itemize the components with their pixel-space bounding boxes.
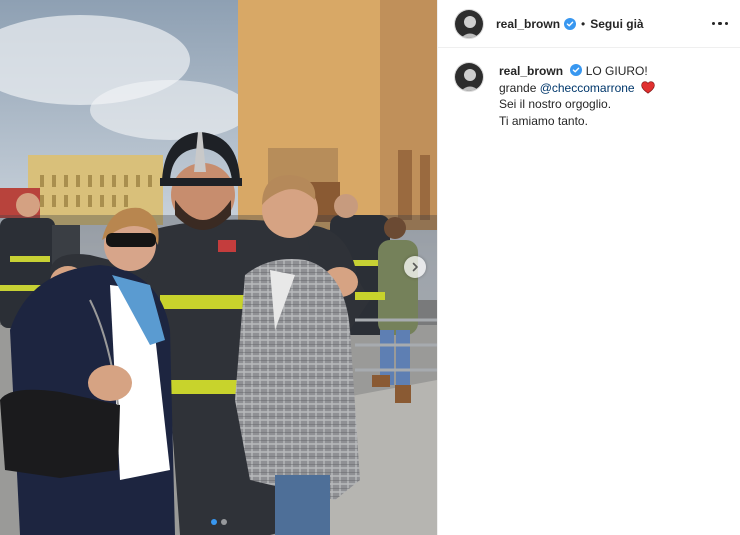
post-photo [0, 0, 437, 535]
post-header: real_brown • Segui già [438, 0, 740, 48]
caption-line-4: Ti amiamo tanto. [499, 113, 588, 128]
heart-icon [641, 80, 655, 94]
caption-line-2-prefix: grande [499, 80, 540, 95]
caption-text: real_brown LO GIURO! grande @checcomarro… [499, 62, 655, 129]
author-avatar[interactable] [454, 8, 484, 39]
carousel-dot-active [210, 519, 217, 525]
header-separator: • [581, 16, 586, 31]
caption-line-3: Sei il nostro orgoglio. [499, 97, 612, 111]
following-button[interactable]: Segui già [590, 17, 643, 31]
three-dots-icon[interactable] [711, 16, 728, 32]
carousel-indicator [0, 519, 437, 525]
post-media[interactable] [0, 0, 437, 535]
carousel-dot [220, 519, 227, 525]
verified-badge-icon [564, 17, 577, 30]
caption-username[interactable]: real_brown [499, 64, 563, 78]
caption-author-avatar[interactable] [454, 62, 484, 92]
chevron-right-icon [412, 262, 418, 272]
carousel-next-button[interactable] [404, 256, 426, 278]
caption-verified-badge-icon [570, 64, 583, 76]
caption-mention-link[interactable]: @checcomarrone [540, 81, 635, 95]
author-username[interactable]: real_brown [496, 17, 560, 31]
caption-line-1: LO GIURO! [585, 64, 648, 78]
post-caption: real_brown LO GIURO! grande @checcomarro… [438, 48, 740, 129]
instagram-post: real_brown • Segui già real_brown LO GIU… [0, 0, 740, 535]
post-side-panel: real_brown • Segui già real_brown LO GIU… [437, 0, 740, 535]
